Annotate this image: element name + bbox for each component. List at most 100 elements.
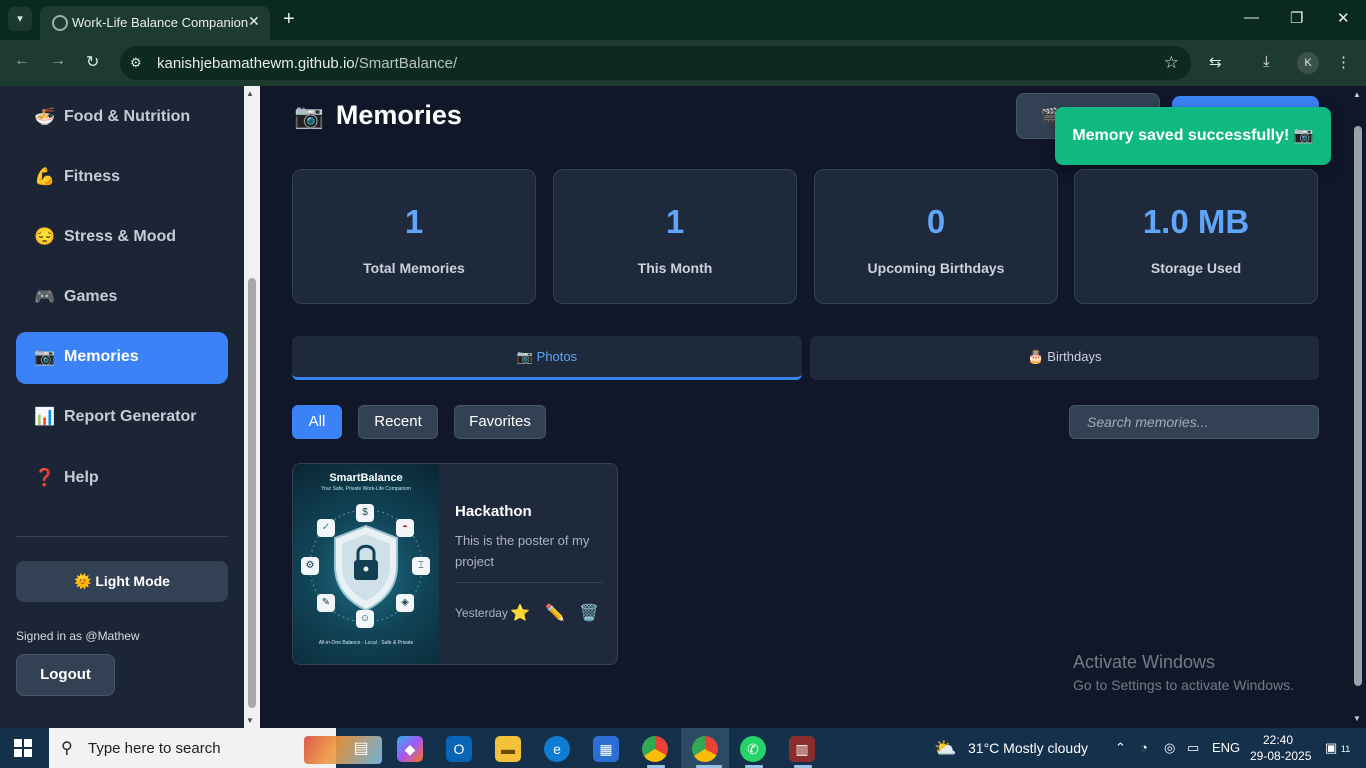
sidebar-item-memories[interactable]: 📷 Memories [16,332,228,384]
sidebar-item-report-generator[interactable]: 📊 Report Generator [16,392,228,444]
site-settings-icon[interactable]: ⚙ [130,55,142,71]
sidebar-item-label: Help [64,469,99,486]
cloudy-weather-icon[interactable]: ⛅ [934,738,956,759]
reload-icon[interactable]: ↻ [86,52,99,72]
clock-time[interactable]: 22:40 [1263,733,1293,747]
battery-icon[interactable]: ▭ [1187,740,1199,756]
browser-tab-bar: ▾ Work-Life Balance Companion ✕ + — ❐ ✕ [0,0,1366,40]
tab-search-button[interactable]: ▾ [8,7,32,31]
filter-all-button[interactable]: All [292,405,342,439]
outlook-icon[interactable]: O [446,736,472,762]
sidebar: 🍜 Food & Nutrition 💪 Fitness 😔 Stress & … [0,86,244,728]
noodle-bowl-icon: 🍜 [34,107,56,126]
back-icon[interactable]: ← [14,52,30,70]
tab-birthdays[interactable]: 🎂 Birthdays [810,336,1319,380]
scroll-down-arrow-icon[interactable]: ▼ [1353,714,1361,723]
edit-pencil-icon[interactable]: ✏️ [545,603,565,623]
stat-value: 0 [926,203,946,240]
globe-icon [52,15,68,31]
minimize-icon[interactable]: — [1244,9,1259,26]
profile-avatar[interactable]: K [1297,52,1319,74]
poster-footer: All-in-One Balance · Local · Safe & Priv… [318,640,414,646]
weather-widget[interactable]: 31°C Mostly cloudy [968,740,1088,756]
stat-label: Total Memories [363,260,465,276]
copilot-icon[interactable]: ◆ [397,736,423,762]
microsoft-store-icon[interactable]: ▦ [593,736,619,762]
meet-now-icon[interactable]: ◎ [1164,740,1175,756]
logout-button[interactable]: Logout [16,654,115,696]
stat-label: Storage Used [1150,260,1242,276]
sidebar-item-label: Games [64,288,118,305]
bookmark-star-icon[interactable]: ☆ [1164,53,1179,73]
gears-icon: ⚙ [301,557,319,575]
light-mode-button[interactable]: 🌞 Light Mode [16,561,228,602]
sidebar-item-stress-mood[interactable]: 😔 Stress & Mood [16,212,228,264]
url-bar[interactable]: ⚙ kanishjebamathewm.github.io/SmartBalan… [120,46,1191,80]
sidebar-scrollbar-thumb[interactable] [248,278,256,708]
search-memories-input[interactable] [1069,405,1319,439]
windows-start-icon[interactable] [14,739,32,757]
question-mark-icon: ❓ [34,468,56,487]
close-tab-icon[interactable]: ✕ [248,13,260,30]
tab-title: Work-Life Balance Companion [72,15,249,30]
chevron-up-icon[interactable]: ⌃ [1115,740,1126,756]
sidebar-item-label: Fitness [64,168,121,185]
memory-photo[interactable]: SmartBalance Your Safe, Private Work-Lif… [293,464,439,664]
sidebar-item-games[interactable]: 🎮 Games [16,272,228,324]
success-toast: Memory saved successfully! 📷 [1055,107,1331,165]
browser-tab[interactable]: Work-Life Balance Companion ✕ [40,6,270,40]
card-divider [455,582,603,583]
download-icon[interactable]: ⤓ [1263,53,1270,70]
winrar-icon[interactable]: ▥ [789,736,815,762]
camera-icon: 📷 [294,103,324,130]
stat-card-storage-used: 1.0 MB Storage Used [1074,169,1318,304]
close-window-icon[interactable]: ✕ [1337,9,1350,27]
notification-count: 11 [1340,744,1351,754]
notification-icon[interactable]: ▣ 11 [1325,740,1350,756]
sidebar-item-help[interactable]: ❓ Help [16,453,228,505]
file-explorer-icon[interactable]: ▬ [495,736,521,762]
memory-date: Yesterday [455,606,508,620]
activate-windows-subtitle: Go to Settings to activate Windows. [1073,677,1294,693]
dumbbell-icon: ⌶ [412,557,430,575]
address-toolbar: ← → ↻ ⚙ kanishjebamathewm.github.io/Smar… [0,40,1366,86]
money-bag-icon: $ [356,504,374,522]
forward-icon[interactable]: → [50,52,66,70]
stat-label: This Month [637,260,713,276]
chrome-profile-icon[interactable] [692,736,718,762]
search-icon: ⚲ [61,740,73,757]
memory-card[interactable]: SmartBalance Your Safe, Private Work-Lif… [292,463,618,665]
sidebar-item-label: Stress & Mood [64,228,177,245]
windows-taskbar: ⚲ Type here to search ▤ ◆ O ▬ e ▦ ✆ ▥ ⛅ … [0,728,1366,768]
chrome-icon[interactable] [642,736,668,762]
taskbar-search-box[interactable]: ⚲ Type here to search [49,728,382,768]
sidebar-item-fitness[interactable]: 💪 Fitness [16,152,228,204]
edge-icon[interactable]: e [544,736,570,762]
page-scrollbar-thumb[interactable] [1354,126,1362,686]
tab-photos[interactable]: 📷 Photos [292,336,802,380]
favorite-star-icon[interactable]: ⭐ [510,603,530,623]
new-tab-icon[interactable]: + [283,8,295,31]
filter-favorites-button[interactable]: Favorites [454,405,546,439]
menu-kebab-icon[interactable]: ⋮ [1336,53,1351,71]
delete-trash-icon[interactable]: 🗑️ [579,603,599,623]
memory-title: Hackathon [455,503,532,520]
pensive-face-icon: 😔 [34,227,56,246]
sidebar-item-label: Report Generator [64,408,197,425]
food-bowl-icon: ◓ [396,519,414,537]
translate-icon[interactable]: ⇆ [1209,53,1222,71]
scroll-up-arrow-icon[interactable]: ▲ [1353,90,1361,99]
whatsapp-icon[interactable]: ✆ [740,736,766,762]
url-text[interactable]: kanishjebamathewm.github.io/SmartBalance… [157,55,457,72]
signed-in-text: Signed in as @Mathew [16,629,140,643]
restore-icon[interactable]: ❐ [1290,9,1303,27]
filter-recent-button[interactable]: Recent [358,405,438,439]
clock-date[interactable]: 29-08-2025 [1250,749,1311,763]
sidebar-item-food-nutrition[interactable]: 🍜 Food & Nutrition [16,92,228,144]
network-icon[interactable]: ◔ [1140,740,1148,755]
stat-value: 1 [665,203,685,240]
scroll-up-arrow-icon[interactable]: ▲ [246,89,254,98]
language-indicator[interactable]: ENG [1212,740,1240,755]
task-view-icon[interactable]: ▤ [348,736,374,762]
scroll-down-arrow-icon[interactable]: ▼ [246,716,254,725]
